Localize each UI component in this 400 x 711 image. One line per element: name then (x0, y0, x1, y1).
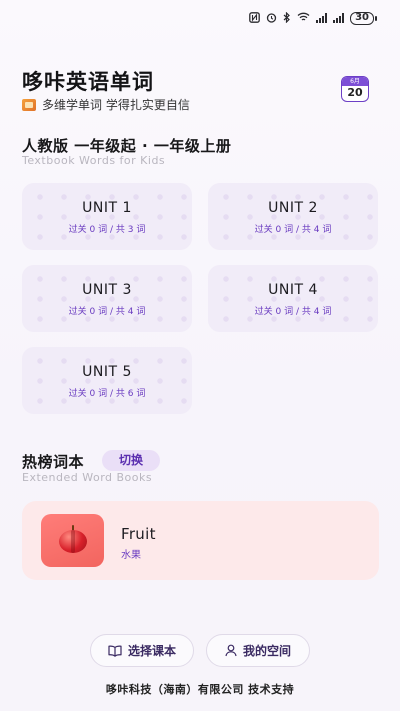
nfc-icon (249, 11, 260, 25)
app-subtitle-text: 多维学单词 学得扎实更自信 (42, 98, 190, 112)
alarm-icon (266, 12, 277, 25)
hot-books-subtitle: Extended Word Books (22, 471, 153, 484)
unit-progress: 过关 0 词 / 共 6 词 (68, 389, 146, 399)
battery-indicator: 30 (350, 11, 377, 25)
unit-card-5[interactable]: UNIT 5 过关 0 词 / 共 6 词 (22, 347, 192, 414)
open-book-icon (108, 645, 122, 657)
choose-textbook-label: 选择课本 (127, 644, 176, 658)
unit-name: UNIT 4 (268, 282, 318, 298)
word-book-card[interactable]: Fruit 水果 (22, 501, 379, 580)
book-name: Fruit (121, 525, 156, 543)
book-emoji-icon (22, 98, 36, 111)
unit-name: UNIT 2 (268, 200, 318, 216)
unit-progress: 过关 0 词 / 共 4 词 (254, 307, 332, 317)
signal-icon (316, 13, 328, 23)
status-bar: 30 (0, 0, 400, 36)
calendar-day: 20 (347, 86, 363, 99)
footer-credit: 哆咔科技（海南）有限公司 技术支持 (105, 683, 295, 696)
unit-name: UNIT 5 (82, 364, 132, 380)
user-icon (225, 644, 237, 657)
hot-books-title: 热榜词本 (22, 453, 85, 471)
unit-name: UNIT 3 (82, 282, 132, 298)
book-translation: 水果 (121, 550, 141, 561)
bluetooth-icon (283, 11, 291, 25)
unit-card-3[interactable]: UNIT 3 过关 0 词 / 共 4 词 (22, 265, 192, 332)
app-subtitle: 多维学单词 学得扎实更自信 (22, 96, 190, 113)
unit-card-4[interactable]: UNIT 4 过关 0 词 / 共 4 词 (208, 265, 378, 332)
calendar-button[interactable]: 6月 20 (341, 76, 369, 102)
signal-icon (333, 13, 345, 23)
switch-button[interactable]: 切换 (102, 450, 160, 471)
my-space-label: 我的空间 (242, 644, 291, 658)
my-space-button[interactable]: 我的空间 (206, 634, 310, 667)
textbook-title[interactable]: 人教版 一年级起 · 一年级上册 (22, 135, 231, 156)
apple-icon (59, 525, 87, 553)
app-title: 哆咔英语单词 (22, 70, 154, 94)
unit-progress: 过关 0 词 / 共 4 词 (68, 307, 146, 317)
wifi-icon (297, 12, 310, 24)
fruit-tile (41, 514, 104, 567)
unit-card-2[interactable]: UNIT 2 过关 0 词 / 共 4 词 (208, 183, 378, 250)
textbook-subtitle: Textbook Words for Kids (22, 154, 166, 167)
unit-progress: 过关 0 词 / 共 3 词 (68, 225, 146, 235)
unit-progress: 过关 0 词 / 共 4 词 (254, 225, 332, 235)
calendar-month: 6月 (342, 77, 368, 86)
unit-name: UNIT 1 (82, 200, 132, 216)
unit-card-1[interactable]: UNIT 1 过关 0 词 / 共 3 词 (22, 183, 192, 250)
choose-textbook-button[interactable]: 选择课本 (90, 634, 194, 667)
